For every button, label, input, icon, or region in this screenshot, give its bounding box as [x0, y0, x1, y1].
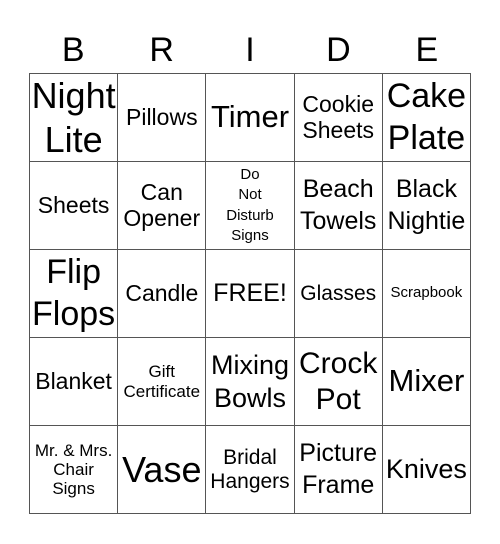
bingo-cell[interactable]: Candle	[118, 250, 207, 338]
bingo-cell[interactable]: Cookie Sheets	[294, 74, 383, 162]
cell-text-line: FREE!	[213, 278, 287, 307]
bingo-cell[interactable]: Flip Flops	[30, 250, 119, 338]
cell-text-line: Gift	[148, 362, 175, 382]
cell-text-line: Mr. & Mrs.	[34, 440, 113, 460]
cell-text-line: Scrapbook	[390, 284, 463, 302]
cell-text-line: Signs	[231, 226, 269, 244]
cell-text-line: Bridal	[223, 445, 277, 469]
cell-text-line: Plate	[387, 118, 466, 157]
bingo-cell[interactable]: Scrapbook	[382, 250, 471, 338]
cell-text-line: Blanket	[35, 367, 112, 394]
cell-text-line: Cake	[386, 77, 467, 116]
cell-text-line: Disturb	[226, 206, 274, 224]
bingo-cell[interactable]: Timer	[206, 74, 295, 162]
bingo-cell[interactable]: Mixer	[382, 338, 471, 426]
cell-text-line: Candle	[125, 279, 199, 306]
bingo-cell[interactable]: Glasses	[294, 250, 383, 338]
cell-text-line: Black	[395, 175, 457, 204]
header-letter-i: I	[245, 31, 255, 69]
cell-text-line: Towels	[299, 206, 377, 235]
bingo-cell[interactable]: Pillows	[118, 74, 207, 162]
bingo-cell[interactable]: Crock Pot	[294, 338, 383, 426]
cell-text-line: Frame	[302, 470, 375, 499]
cell-text-line: Mixer	[388, 363, 465, 399]
bingo-grid: Night Lite Pillows Timer Cookie Sheets Cak…	[29, 73, 471, 514]
cell-text-line: Opener	[123, 204, 201, 231]
cell-text-line: Glasses	[300, 281, 377, 305]
header-letter-b: B	[61, 31, 85, 69]
cell-text-line: Mixing	[210, 350, 289, 381]
cell-text-line: Night	[31, 75, 116, 117]
cell-text-line: Crock	[299, 346, 378, 380]
bingo-cell[interactable]: Bridal Hangers	[206, 426, 295, 514]
cell-text-line: Timer	[210, 99, 290, 135]
bingo-cell[interactable]: Picture Frame	[294, 426, 383, 514]
cell-text-line: Hangers	[210, 469, 290, 493]
bingo-cell[interactable]: Mixing Bowls	[206, 338, 295, 426]
cell-text-line: Can	[140, 178, 183, 205]
bingo-cell[interactable]: Vase	[118, 426, 207, 514]
cell-text-line: Sheets	[37, 191, 110, 218]
cell-text-line: Bowls	[213, 382, 286, 413]
bingo-cell[interactable]: Blanket	[30, 338, 119, 426]
bingo-cell[interactable]: Can Opener	[118, 162, 207, 250]
cell-text-line: Flip	[46, 253, 101, 292]
bingo-cell[interactable]: Night Lite	[30, 74, 119, 162]
cell-text-line: Chair	[53, 459, 94, 479]
header-letter-e: E	[415, 31, 439, 69]
cell-text-line: Not	[238, 186, 262, 204]
cell-text-line: Signs	[52, 479, 95, 499]
bingo-cell[interactable]: Do Not Disturb Signs	[206, 162, 295, 250]
cell-text-line: Nightie	[387, 206, 466, 235]
bingo-cell[interactable]: Gift Certificate	[118, 338, 207, 426]
cell-text-line: Do	[240, 166, 260, 183]
bingo-cell[interactable]: Black Nightie	[382, 162, 471, 250]
cell-text-line: Pillows	[126, 103, 198, 130]
cell-text-line: Sheets	[302, 116, 374, 143]
free-space-cell[interactable]: FREE!	[206, 250, 295, 338]
bingo-cell[interactable]: Sheets	[30, 162, 119, 250]
bingo-header: B R I D E	[29, 28, 471, 72]
cell-text-line: Cookie	[302, 90, 374, 117]
cell-text-line: Certificate	[123, 381, 201, 401]
cell-text-line: Vase	[122, 448, 202, 490]
cell-text-line: Picture	[299, 439, 378, 468]
header-letter-r: R	[149, 31, 174, 69]
cell-text-line: Pot	[315, 382, 361, 416]
cell-text-line: Lite	[44, 118, 103, 160]
bingo-cell[interactable]: Cake Plate	[382, 74, 471, 162]
cell-text-line: Beach	[302, 175, 374, 204]
bingo-cell[interactable]: Mr. & Mrs. Chair Signs	[30, 426, 119, 514]
header-letter-d: D	[326, 31, 351, 69]
bingo-cell[interactable]: Knives	[382, 426, 471, 514]
cell-text-line: Knives	[385, 454, 467, 485]
cell-text-line: Flops	[32, 294, 116, 333]
bingo-cell[interactable]: Beach Towels	[294, 162, 383, 250]
